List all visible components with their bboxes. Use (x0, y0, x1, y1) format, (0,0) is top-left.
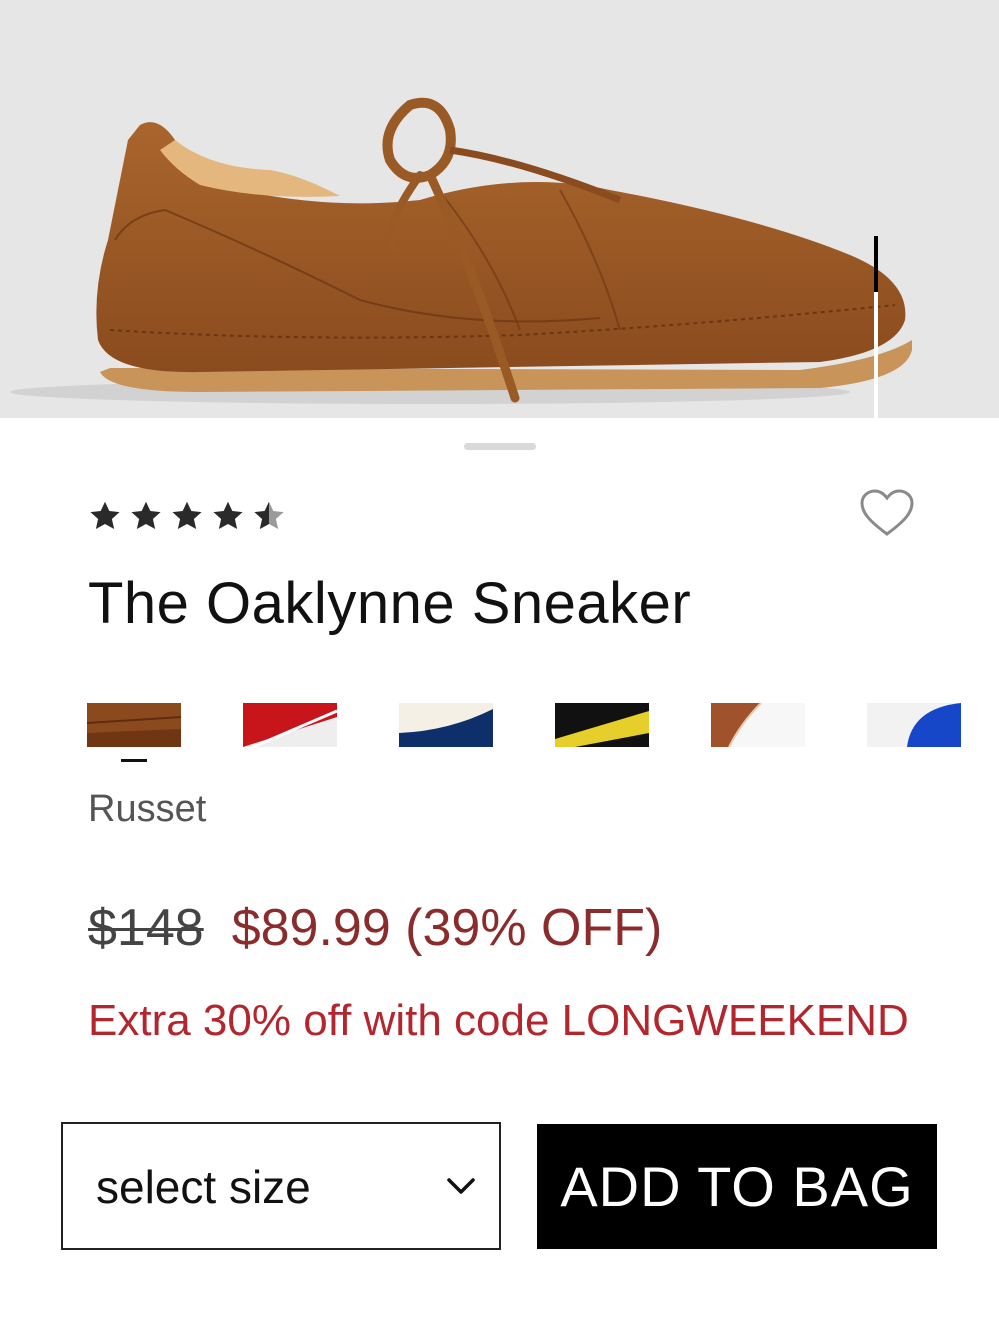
rating-stars[interactable] (87, 498, 287, 536)
price-row: $148 $89.99 (39% OFF) (88, 898, 662, 958)
swatch-white-navy[interactable] (399, 703, 493, 747)
image-scroll-indicator-fill (874, 236, 878, 292)
add-to-bag-button[interactable]: ADD TO BAG (537, 1124, 937, 1249)
swatch-russet[interactable] (87, 703, 181, 747)
sneaker-image (10, 97, 912, 404)
size-select-label: select size (96, 1161, 311, 1213)
star-icon (131, 501, 161, 530)
product-title: The Oaklynne Sneaker (88, 571, 692, 636)
sheet-grabber-handle[interactable] (464, 443, 536, 450)
color-swatches (87, 703, 967, 749)
star-icon (90, 501, 120, 530)
swatch-white-blue[interactable] (867, 703, 961, 747)
size-select[interactable]: select size (61, 1122, 501, 1250)
star-icon (213, 501, 243, 530)
swatch-black-yellow[interactable] (555, 703, 649, 747)
product-image[interactable] (0, 0, 999, 418)
sale-price: $89.99 (39% OFF) (231, 899, 663, 957)
selected-swatch-indicator (121, 759, 147, 762)
scroll-fade (0, 1040, 999, 1076)
heart-outline-icon[interactable] (858, 487, 916, 539)
swatch-red-white[interactable] (243, 703, 337, 747)
original-price: $148 (88, 899, 204, 957)
selected-color-name: Russet (88, 788, 207, 830)
image-scroll-indicator (874, 236, 878, 418)
star-icon (172, 501, 202, 530)
chevron-down-icon (447, 1178, 475, 1194)
swatch-tan-white[interactable] (711, 703, 805, 747)
half-star-icon (254, 501, 284, 530)
